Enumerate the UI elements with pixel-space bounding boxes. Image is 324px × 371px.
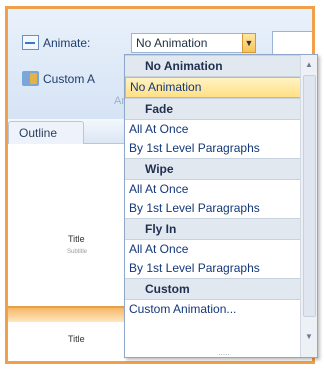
dropdown-scrollbar[interactable]: ▲ ▼ [300,55,317,357]
list-item[interactable]: By 1st Level Paragraphs [125,199,301,218]
custom-animation-icon [22,71,39,86]
resize-grip[interactable]: ..... [209,349,239,357]
list-item[interactable]: By 1st Level Paragraphs [125,139,301,158]
section-header: Fly In [125,218,301,240]
animate-row: Animate: [22,35,90,50]
tab-outline[interactable]: Outline [8,121,85,144]
chevron-down-icon[interactable]: ▼ [242,33,256,53]
slide-thumbnail[interactable]: Title Subtitle [22,156,134,306]
list-item[interactable]: No Animation [125,77,301,98]
slide-subtitle: Subtitle [67,249,88,255]
list-item[interactable]: All At Once [125,120,301,139]
animation-dropdown-list[interactable]: No Animation No Animation Fade All At On… [124,54,318,358]
scroll-down-icon[interactable]: ▼ [301,329,317,345]
custom-animation-label: Custom A [43,71,96,86]
animate-combo-value: No Animation [136,36,208,50]
section-header: Fade [125,98,301,120]
animate-label: Animate: [43,35,91,50]
slide-title: Title [68,334,85,344]
animate-combo[interactable]: No Animation ▼ [131,33,256,53]
section-header: No Animation [125,55,301,77]
animate-icon [22,35,39,50]
list-item[interactable]: All At Once [125,240,301,259]
dropdown-items: No Animation No Animation Fade All At On… [125,55,301,319]
section-header: Wipe [125,158,301,180]
list-item[interactable]: Custom Animation... [125,300,301,319]
section-header: Custom [125,278,301,300]
slide-thumbnail[interactable]: Title [22,324,134,361]
list-item[interactable]: All At Once [125,180,301,199]
slide-title: Title [68,234,85,244]
scrollbar-thumb[interactable] [303,75,316,317]
scroll-up-icon[interactable]: ▲ [301,57,317,73]
list-item[interactable]: By 1st Level Paragraphs [125,259,301,278]
custom-animation-button[interactable]: Custom A [22,71,95,86]
